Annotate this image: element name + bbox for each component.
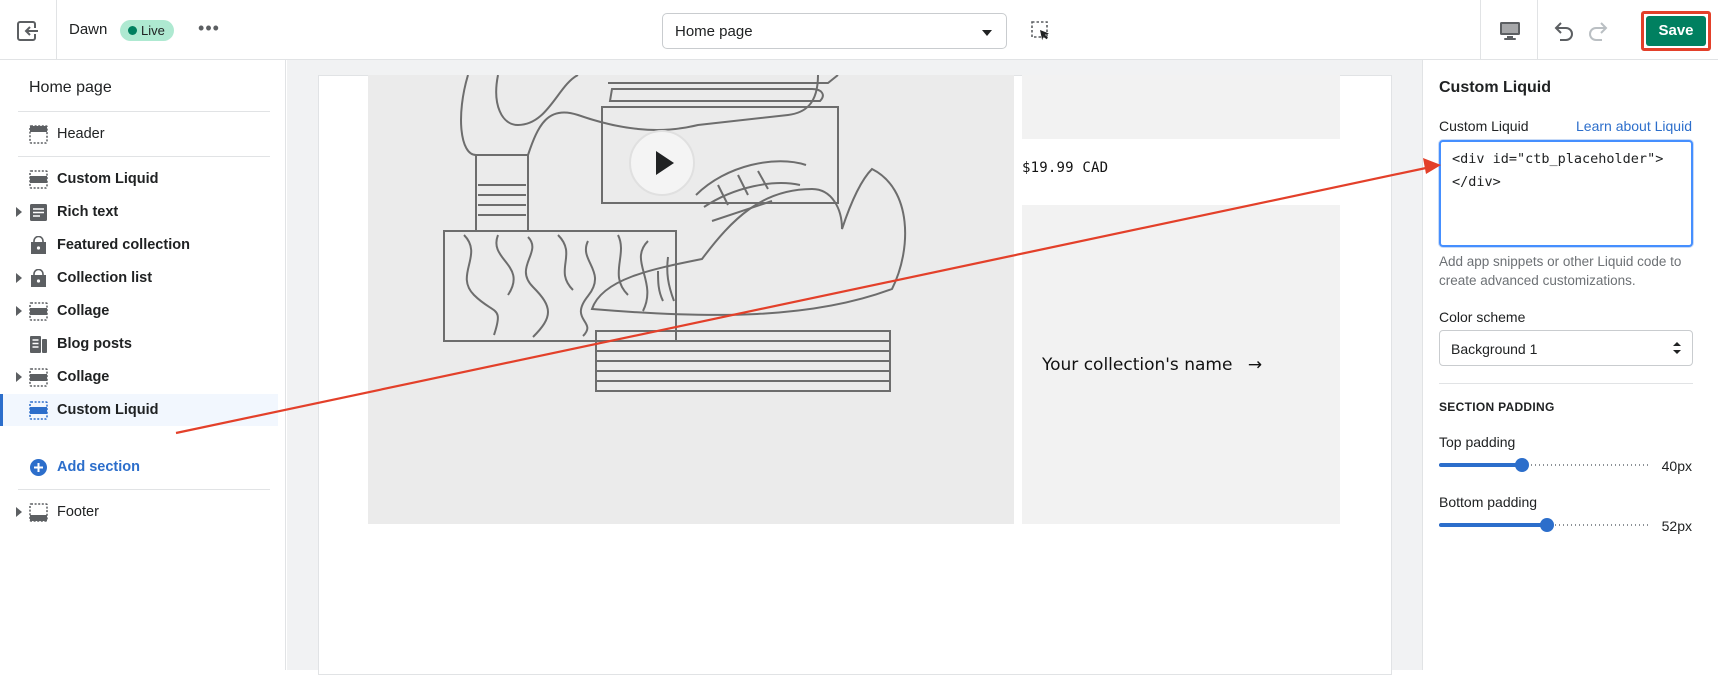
bottom-padding-value: 52px bbox=[1661, 518, 1692, 534]
sidebar-item-custom-liquid[interactable]: Custom Liquid bbox=[0, 163, 278, 195]
sidebar-item-collection-list[interactable]: Collection list bbox=[0, 262, 278, 294]
expand-arrow-icon[interactable] bbox=[16, 507, 22, 517]
color-scheme-label: Color scheme bbox=[1439, 309, 1526, 325]
sidebar-item-featured-collection[interactable]: Featured collection bbox=[0, 229, 278, 261]
arrow-right-icon: → bbox=[1247, 355, 1263, 375]
learn-liquid-link[interactable]: Learn about Liquid bbox=[1576, 118, 1692, 134]
divider bbox=[1439, 383, 1693, 384]
divider bbox=[1480, 0, 1481, 59]
sidebar-item-label: Custom Liquid bbox=[57, 171, 159, 187]
sidebar-item-rich-text[interactable]: Rich text bbox=[0, 196, 278, 228]
slider-fill bbox=[1439, 523, 1547, 527]
code-line: </div> bbox=[1452, 174, 1501, 190]
live-badge: Live bbox=[120, 20, 174, 41]
collection-name-text: Your collection's name bbox=[1042, 355, 1233, 375]
footer-section-icon bbox=[29, 503, 48, 522]
section-icon bbox=[29, 302, 48, 321]
color-scheme-value: Background 1 bbox=[1451, 341, 1538, 357]
sidebar-item-label: Custom Liquid bbox=[57, 402, 159, 418]
bottom-padding-label: Bottom padding bbox=[1439, 494, 1538, 510]
top-padding-slider[interactable] bbox=[1439, 457, 1651, 473]
divider bbox=[18, 156, 270, 157]
header-section-icon bbox=[29, 125, 48, 144]
sidebar-item-label: Footer bbox=[57, 504, 99, 520]
product-price: $19.99 CAD bbox=[1022, 160, 1109, 176]
sidebar-item-label: Collage bbox=[57, 369, 110, 385]
custom-liquid-help-text: Add app snippets or other Liquid code to… bbox=[1439, 254, 1682, 288]
section-icon bbox=[29, 368, 48, 387]
section-icon bbox=[29, 401, 48, 420]
divider bbox=[18, 111, 270, 112]
text-block-icon bbox=[30, 204, 47, 221]
sections-sidebar: Home page Header Custom Liquid Rich text F… bbox=[0, 60, 286, 670]
sidebar-item-collage[interactable]: Collage bbox=[0, 361, 278, 393]
sidebar-item-label: Header bbox=[57, 126, 105, 142]
section-icon bbox=[29, 170, 48, 189]
page-select[interactable]: Home page bbox=[662, 13, 1007, 49]
sidebar-item-label: Collage bbox=[57, 303, 110, 319]
select-arrows-icon bbox=[1673, 342, 1681, 354]
slider-fill bbox=[1439, 463, 1522, 467]
custom-liquid-label: Custom Liquid bbox=[1439, 118, 1529, 134]
tag-icon bbox=[31, 236, 46, 254]
page-select-value: Home page bbox=[675, 23, 753, 40]
product-card-image[interactable] bbox=[1022, 75, 1340, 139]
top-padding-value: 40px bbox=[1661, 458, 1692, 474]
sidebar-item-label: Rich text bbox=[57, 204, 119, 220]
sidebar-item-label: Featured collection bbox=[57, 237, 190, 253]
code-line: <div id="ctb_placeholder"> bbox=[1452, 151, 1664, 167]
slider-thumb[interactable] bbox=[1515, 458, 1529, 472]
divider bbox=[56, 0, 57, 59]
slider-thumb[interactable] bbox=[1540, 518, 1554, 532]
collection-name[interactable]: Your collection's name → bbox=[1042, 355, 1262, 375]
theme-name: Dawn bbox=[69, 21, 108, 38]
divider bbox=[1537, 0, 1538, 59]
plus-circle-icon bbox=[30, 459, 47, 476]
section-padding-heading: SECTION PADDING bbox=[1439, 400, 1555, 414]
custom-liquid-textarea[interactable]: <div id="ctb_placeholder"> </div> bbox=[1439, 140, 1693, 247]
sidebar-title: Home page bbox=[29, 79, 112, 96]
more-actions-button[interactable]: ••• bbox=[196, 18, 222, 42]
sidebar-item-blog-posts[interactable]: Blog posts bbox=[0, 328, 278, 360]
chevron-down-icon bbox=[982, 30, 992, 36]
settings-title: Custom Liquid bbox=[1439, 79, 1551, 96]
expand-arrow-icon[interactable] bbox=[16, 306, 22, 316]
expand-arrow-icon[interactable] bbox=[16, 273, 22, 283]
expand-arrow-icon[interactable] bbox=[16, 372, 22, 382]
sidebar-item-custom-liquid[interactable]: Custom Liquid bbox=[0, 394, 278, 426]
redo-icon[interactable] bbox=[1586, 19, 1612, 43]
desktop-view-icon[interactable] bbox=[1498, 20, 1522, 42]
sidebar-item-footer[interactable]: Footer bbox=[0, 496, 278, 528]
product-image bbox=[368, 75, 1014, 524]
collection-card[interactable]: Your collection's name → bbox=[1022, 205, 1340, 524]
sidebar-item-label: Collection list bbox=[57, 270, 153, 286]
bottom-padding-slider[interactable] bbox=[1439, 517, 1651, 533]
undo-icon[interactable] bbox=[1550, 19, 1576, 43]
sidebar-item-header[interactable]: Header bbox=[0, 118, 278, 150]
color-scheme-select[interactable]: Background 1 bbox=[1439, 330, 1693, 366]
section-settings-panel: Custom Liquid Custom Liquid Learn about … bbox=[1422, 60, 1718, 670]
shoes-illustration-image bbox=[443, 75, 907, 392]
divider bbox=[18, 489, 270, 490]
add-section-button[interactable]: Add section bbox=[0, 451, 278, 483]
top-bar: Dawn Live ••• Home page Save bbox=[0, 0, 1718, 60]
inspector-icon[interactable] bbox=[1030, 20, 1052, 42]
top-padding-label: Top padding bbox=[1439, 434, 1516, 450]
sidebar-item-label: Blog posts bbox=[57, 336, 132, 352]
blog-icon bbox=[30, 336, 47, 353]
exit-icon[interactable] bbox=[14, 18, 44, 44]
add-section-label: Add section bbox=[57, 459, 140, 475]
save-button-highlight: Save bbox=[1641, 11, 1711, 51]
sidebar-item-collage[interactable]: Collage bbox=[0, 295, 278, 327]
save-button[interactable]: Save bbox=[1646, 16, 1706, 46]
tag-icon bbox=[31, 269, 46, 287]
expand-arrow-icon[interactable] bbox=[16, 207, 22, 217]
